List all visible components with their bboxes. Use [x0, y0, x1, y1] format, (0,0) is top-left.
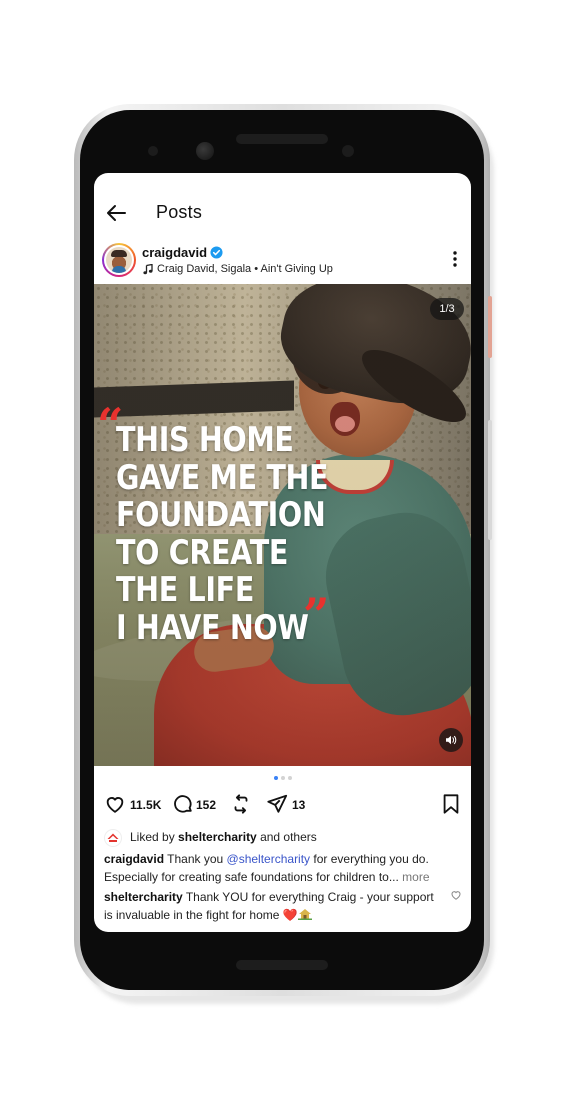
like-button[interactable]: 11.5K — [104, 793, 164, 817]
caption-mention[interactable]: @sheltercharity — [227, 852, 311, 866]
audio-attribution[interactable]: Craig David, Sigala • Ain't Giving Up — [157, 263, 333, 275]
post-caption: craigdavid Thank you @sheltercharity for… — [104, 850, 464, 886]
comment-button[interactable]: 152 — [172, 793, 220, 817]
liked-by-suffix: and others — [256, 830, 317, 844]
liked-by-text: Liked by sheltercharity and others — [130, 830, 317, 844]
sound-icon — [446, 735, 457, 745]
verified-icon — [210, 246, 223, 259]
more-vertical-icon[interactable] — [452, 249, 458, 269]
front-camera — [196, 142, 214, 160]
like-count: 11.5K — [130, 798, 162, 812]
top-comment: sheltercharity Thank YOU for everything … — [104, 888, 444, 924]
quote-line: THE LIFE — [116, 570, 254, 610]
quote-line: FOUNDATION — [116, 495, 326, 535]
quote-close-mark: ” — [303, 588, 330, 642]
power-button — [488, 296, 492, 358]
caption-username[interactable]: craigdavid — [104, 852, 164, 866]
share-button[interactable]: 13 — [266, 793, 308, 817]
avatar-photo — [106, 247, 132, 273]
liked-by-avatar — [104, 829, 122, 847]
volume-button — [488, 420, 492, 540]
avatar-ring — [104, 245, 134, 275]
liked-by-prefix: Liked by — [130, 830, 179, 844]
post-header: craigdavid Craig David, Sigala • Ain't G… — [94, 239, 471, 283]
liked-by-user[interactable]: sheltercharity — [178, 830, 257, 844]
carousel-dot — [288, 776, 292, 780]
sensor-dot — [148, 146, 158, 156]
carousel-dots — [272, 776, 296, 782]
comment-count: 152 — [196, 798, 217, 812]
carousel-dot — [281, 776, 285, 780]
share-count: 13 — [292, 798, 306, 812]
comment-icon — [174, 795, 192, 813]
comment-like-icon[interactable] — [450, 889, 462, 901]
page-title: Posts — [156, 202, 203, 222]
post-username[interactable]: craigdavid — [142, 245, 207, 260]
post-photo[interactable]: “ THIS HOME GAVE ME THE FOUNDATION TO CR… — [94, 284, 471, 766]
avatar[interactable] — [102, 243, 136, 277]
bookmark-icon — [443, 794, 459, 814]
repost-icon — [234, 794, 248, 814]
action-bar: 11.5K 152 13 — [94, 793, 471, 819]
carousel-counter: 1/3 — [430, 298, 464, 320]
proximity-sensor — [342, 145, 354, 157]
quote-line: I HAVE NOW — [116, 607, 309, 648]
quote-line: TO CREATE — [116, 532, 289, 573]
heart-emoji: ❤️ — [282, 908, 298, 922]
quote-text: THIS HOME GAVE ME THE FOUNDATION TO CREA… — [116, 420, 369, 648]
music-note-icon — [143, 264, 153, 275]
quote-line: GAVE ME THE — [116, 457, 329, 498]
save-button[interactable] — [441, 793, 461, 817]
quote-line: THIS HOME — [116, 420, 294, 460]
repost-button[interactable] — [230, 793, 254, 817]
earpiece-speaker — [236, 134, 328, 144]
carousel-dot-active — [274, 776, 278, 780]
sound-toggle-button[interactable] — [439, 728, 463, 752]
send-icon — [267, 794, 288, 813]
liked-by-row[interactable]: Liked by sheltercharity and others — [104, 827, 464, 847]
bottom-speaker — [236, 960, 328, 970]
comment-username[interactable]: sheltercharity — [104, 890, 183, 904]
more-link[interactable]: more — [399, 870, 429, 884]
caption-text: Thank you — [164, 852, 227, 866]
app-screen: Posts craigdavid Craig David, Sigala • A… — [94, 173, 471, 932]
shelter-logo-icon — [107, 833, 119, 842]
house-icon — [297, 909, 312, 920]
heart-icon — [106, 797, 124, 813]
top-bar: Posts — [94, 173, 471, 239]
back-arrow-icon[interactable] — [104, 201, 128, 225]
